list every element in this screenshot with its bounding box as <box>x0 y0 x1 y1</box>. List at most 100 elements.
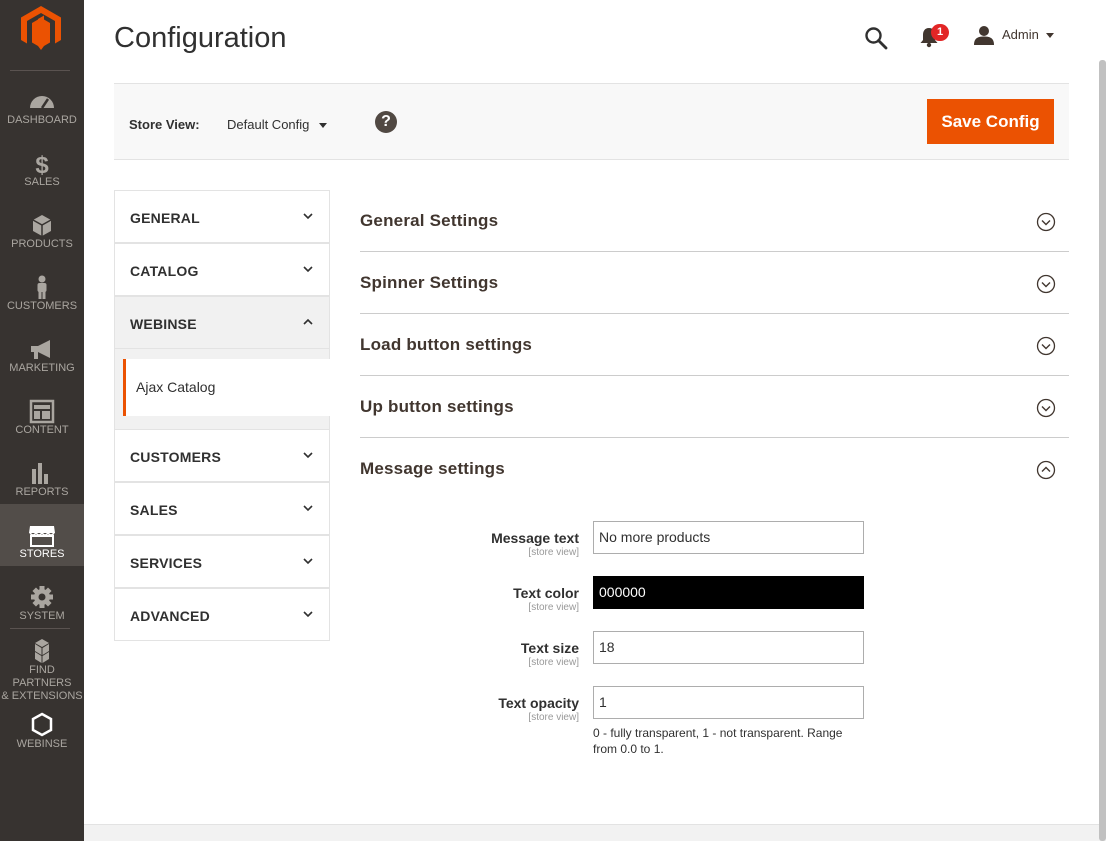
field-scope: [store view] <box>528 657 579 668</box>
chevron-down-icon[interactable] <box>1046 33 1054 38</box>
section-title: General Settings <box>360 211 499 230</box>
store-view-bar: Store View: Default Config ? Save Config <box>114 83 1069 160</box>
section-title: Message settings <box>360 459 505 478</box>
bar-chart-icon <box>32 463 48 484</box>
section-title: Up button settings <box>360 397 514 416</box>
storefront-icon <box>29 526 55 547</box>
field-label: Text size <box>520 640 579 656</box>
sidebar-item-label: FIND PARTNERS <box>12 664 72 689</box>
field-scope: [store view] <box>528 547 579 558</box>
save-config-button[interactable]: Save Config <box>927 99 1054 144</box>
help-icon[interactable]: ? <box>375 111 397 133</box>
section-message-settings[interactable]: Message settings <box>360 438 1069 500</box>
sidebar-item-stores[interactable]: STORES <box>0 504 84 566</box>
sidebar-item-label: CONTENT <box>15 424 69 436</box>
search-icon[interactable] <box>864 26 888 50</box>
expand-circle-icon <box>1036 398 1056 418</box>
sidebar-item-customers[interactable]: CUSTOMERS <box>0 256 84 318</box>
chevron-down-icon <box>303 505 313 512</box>
tab-sales[interactable]: SALES <box>114 482 330 535</box>
section-title: Spinner Settings <box>360 273 499 292</box>
subtab-ajax-catalog[interactable]: Ajax Catalog <box>123 359 330 416</box>
sidebar-item-label: PRODUCTS <box>11 238 73 250</box>
gear-icon <box>31 586 53 608</box>
field-label: Text color <box>513 585 579 601</box>
sidebar-divider <box>10 628 70 629</box>
tab-webinse[interactable]: WEBINSE <box>114 296 330 349</box>
chevron-down-icon <box>303 266 313 273</box>
sidebar-item-marketing[interactable]: MARKETING <box>0 318 84 380</box>
sidebar-item-label: REPORTS <box>15 486 69 498</box>
sidebar-item-label: SALES <box>24 176 60 188</box>
store-view-select[interactable]: Default Config <box>227 117 309 132</box>
hexagon-icon <box>31 712 53 737</box>
sidebar-item-sales[interactable]: $ SALES <box>0 132 84 194</box>
sidebar-item-dashboard[interactable]: DASHBOARD <box>0 70 84 132</box>
sidebar-item-content[interactable]: CONTENT <box>0 380 84 442</box>
section-load-button-settings[interactable]: Load button settings <box>360 314 1069 376</box>
opacity-field-note: 0 - fully transparent, 1 - not transpare… <box>593 726 843 756</box>
field-scope: [store view] <box>528 712 579 723</box>
field-scope: [store view] <box>528 602 579 613</box>
chevron-down-icon <box>303 611 313 618</box>
tab-label: SERVICES <box>130 555 203 571</box>
expand-circle-icon <box>1036 212 1056 232</box>
chevron-down-icon <box>303 452 313 459</box>
page-title: Configuration <box>114 22 287 54</box>
section-spinner-settings[interactable]: Spinner Settings <box>360 252 1069 314</box>
text-opacity-input[interactable]: 1 <box>593 686 864 719</box>
field-text-size: Text size [store view] 18 <box>360 631 1069 671</box>
page-footer <box>84 824 1106 841</box>
text-size-input[interactable]: 18 <box>593 631 864 664</box>
tab-customers[interactable]: CUSTOMERS <box>114 429 330 482</box>
sidebar-item-label: CUSTOMERS <box>6 300 78 312</box>
chevron-down-icon <box>303 213 313 220</box>
sidebar-item-label: SYSTEM <box>19 610 65 622</box>
page-scrollbar[interactable] <box>1099 60 1106 841</box>
expand-circle-icon <box>1036 274 1056 294</box>
megaphone-icon <box>31 340 50 359</box>
message-text-input[interactable]: No more products <box>593 521 864 554</box>
sidebar-item-label: DASHBOARD <box>7 114 77 126</box>
chevron-up-icon <box>303 318 313 325</box>
tab-label: CUSTOMERS <box>130 449 221 465</box>
layout-icon <box>29 399 55 424</box>
chevron-down-icon[interactable] <box>319 123 327 128</box>
sidebar-item-label: MARKETING <box>9 362 75 374</box>
notification-count-badge[interactable]: 1 <box>931 24 949 41</box>
section-title: Load button settings <box>360 335 533 354</box>
chevron-down-icon <box>303 558 313 565</box>
section-general-settings[interactable]: General Settings <box>360 190 1069 252</box>
section-up-button-settings[interactable]: Up button settings <box>360 376 1069 438</box>
user-menu-name[interactable]: Admin <box>1002 27 1039 42</box>
dollar-icon: $ <box>35 152 49 176</box>
tab-webinse-subitems: Ajax Catalog <box>114 349 330 429</box>
sidebar-item-find-partners[interactable]: FIND PARTNERS & EXTENSIONS <box>0 630 84 702</box>
tab-catalog[interactable]: CATALOG <box>114 243 330 296</box>
magento-logo-icon[interactable] <box>21 6 61 50</box>
user-icon[interactable] <box>973 25 995 45</box>
svg-text:$: $ <box>35 152 49 176</box>
sidebar-item-reports[interactable]: REPORTS <box>0 442 84 504</box>
cubes-icon <box>35 639 49 663</box>
tab-general[interactable]: GENERAL <box>114 190 330 243</box>
field-label: Message text <box>491 530 579 546</box>
sidebar-item-system[interactable]: SYSTEM <box>0 566 84 628</box>
sidebar-item-label: WEBINSE <box>16 738 68 750</box>
subtab-label: Ajax Catalog <box>136 379 216 395</box>
tab-label: SALES <box>130 502 178 518</box>
sidebar-item-products[interactable]: PRODUCTS <box>0 194 84 256</box>
sidebar-item-webinse[interactable]: WEBINSE <box>0 702 84 764</box>
expand-circle-icon <box>1036 336 1056 356</box>
collapse-circle-icon <box>1036 460 1056 480</box>
box-icon <box>32 215 52 236</box>
sidebar-item-label: STORES <box>19 548 65 560</box>
tab-label: GENERAL <box>130 210 200 226</box>
tab-services[interactable]: SERVICES <box>114 535 330 588</box>
field-text-opacity: Text opacity [store view] 1 <box>360 686 1069 726</box>
tab-label: WEBINSE <box>130 316 197 332</box>
tab-advanced[interactable]: ADVANCED <box>114 588 330 641</box>
person-icon <box>37 275 47 299</box>
text-color-input[interactable]: 000000 <box>593 576 864 609</box>
field-label: Text opacity <box>498 695 579 711</box>
